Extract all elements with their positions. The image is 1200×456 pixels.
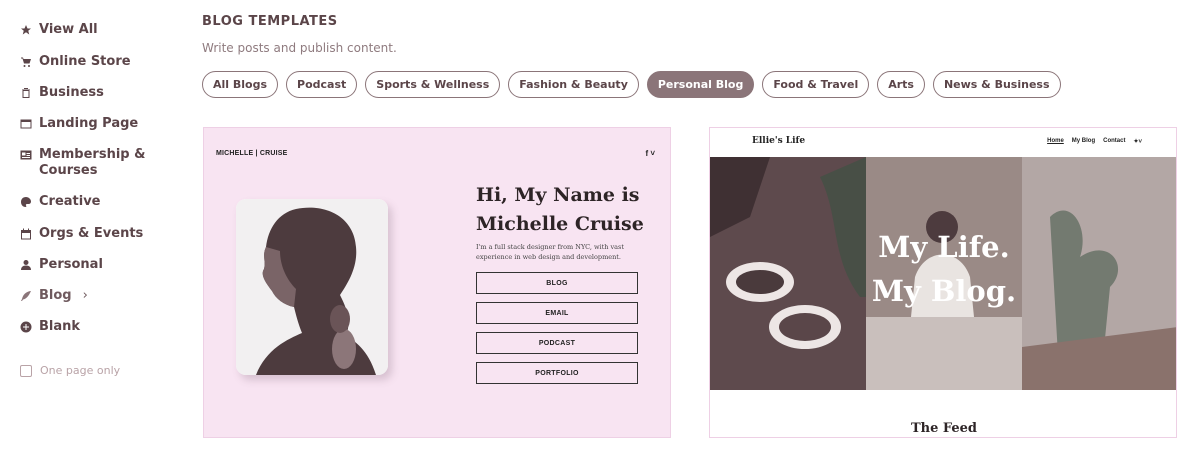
sidebar-item-label: Membership & [39,147,146,162]
sidebar-item-view-all[interactable]: View All [20,22,98,38]
sidebar-item-label: Online Store [39,54,131,69]
sidebar-item-label: View All [39,22,98,37]
filter-arts[interactable]: Arts [877,71,925,98]
one-page-only-checkbox[interactable]: One page only [20,364,120,377]
id-card-icon [20,147,32,163]
twitter-icon: ✦˅ [1133,139,1142,145]
sidebar-item-online-store[interactable]: Online Store [20,54,131,70]
template-email-button: EMAIL [476,302,638,324]
template-card-ellies-life[interactable]: Ellie's Life Home My Blog Contact ✦˅ My … [709,127,1177,438]
sidebar-item-label: Personal [39,257,103,272]
window-icon [20,116,32,132]
headline-line-2: Michelle Cruise [476,213,644,235]
headline-line-1: Hi, My Name is [476,184,640,206]
sidebar-item-label: Blog [39,288,72,303]
filter-food-travel[interactable]: Food & Travel [762,71,870,98]
template-nav: Home My Blog Contact ✦˅ [1047,138,1142,145]
template-brand: Ellie's Life [752,136,806,146]
filter-personal-blog[interactable]: Personal Blog [646,71,755,98]
sidebar-item-personal[interactable]: Personal [20,257,103,273]
template-nav-my-blog: My Blog [1071,138,1096,144]
filter-podcast[interactable]: Podcast [286,71,358,98]
template-brand: MICHELLE | CRUISE [216,150,288,157]
page-subtitle: Write posts and publish content. [202,41,397,55]
cart-icon [20,54,32,70]
template-blog-button: BLOG [476,272,638,294]
category-sidebar: View All Online Store Business Landing P… [0,0,180,456]
palette-icon [20,194,32,210]
clipboard-icon [20,85,32,101]
calendar-icon [20,226,32,242]
quill-icon [20,288,32,304]
sidebar-item-label-line2: Courses [39,163,98,178]
sidebar-item-label: Blank [39,319,81,334]
template-portfolio-button: PORTFOLIO [476,362,638,384]
checkbox-box[interactable] [20,364,32,377]
sidebar-item-label: Orgs & Events [39,226,144,241]
social-facebook-icon: f ˅ [645,149,655,158]
sidebar-item-membership-courses[interactable]: Membership & Courses [20,147,145,179]
sidebar-item-landing-page[interactable]: Landing Page [20,116,138,132]
sidebar-item-blank[interactable]: Blank [20,319,80,335]
sidebar-item-label-group: Membership & Courses [39,147,145,179]
hero-headline-line-1: My Life. [878,230,1010,264]
sidebar-item-blog[interactable]: Blog › [20,288,88,304]
sidebar-item-label: Business [39,85,104,100]
template-podcast-button: PODCAST [476,332,638,354]
chevron-right-icon: › [82,288,88,303]
one-page-only-label: One page only [40,364,121,377]
sidebar-item-label: Landing Page [39,116,139,131]
person-icon [20,257,32,273]
sidebar-item-label: Creative [39,194,101,209]
filter-news-business[interactable]: News & Business [932,71,1061,98]
feed-section-title: The Feed [910,421,978,436]
filter-all-blogs[interactable]: All Blogs [202,71,279,98]
template-description: I'm a full stack designer from NYC, with… [476,243,624,261]
template-card-michelle-cruise[interactable]: MICHELLE | CRUISE f ˅ Hi, My Name is Mic… [203,127,671,438]
filter-sports-wellness[interactable]: Sports & Wellness [365,71,501,98]
sidebar-item-creative[interactable]: Creative [20,194,101,210]
hero-headline-line-2: My Blog. [871,274,1017,308]
filter-fashion-beauty[interactable]: Fashion & Beauty [508,71,639,98]
sidebar-item-business[interactable]: Business [20,85,104,101]
page-title: BLOG TEMPLATES [202,14,338,29]
template-nav-home: Home [1047,138,1064,144]
portrait-image [236,199,388,375]
star-icon [20,22,32,38]
template-headline: Hi, My Name is Michelle Cruise [476,181,656,239]
template-nav-contact: Contact [1103,138,1126,144]
plus-circle-icon [20,319,32,335]
category-filters: All Blogs Podcast Sports & Wellness Fash… [202,71,1061,98]
sidebar-item-orgs-events[interactable]: Orgs & Events [20,226,143,242]
